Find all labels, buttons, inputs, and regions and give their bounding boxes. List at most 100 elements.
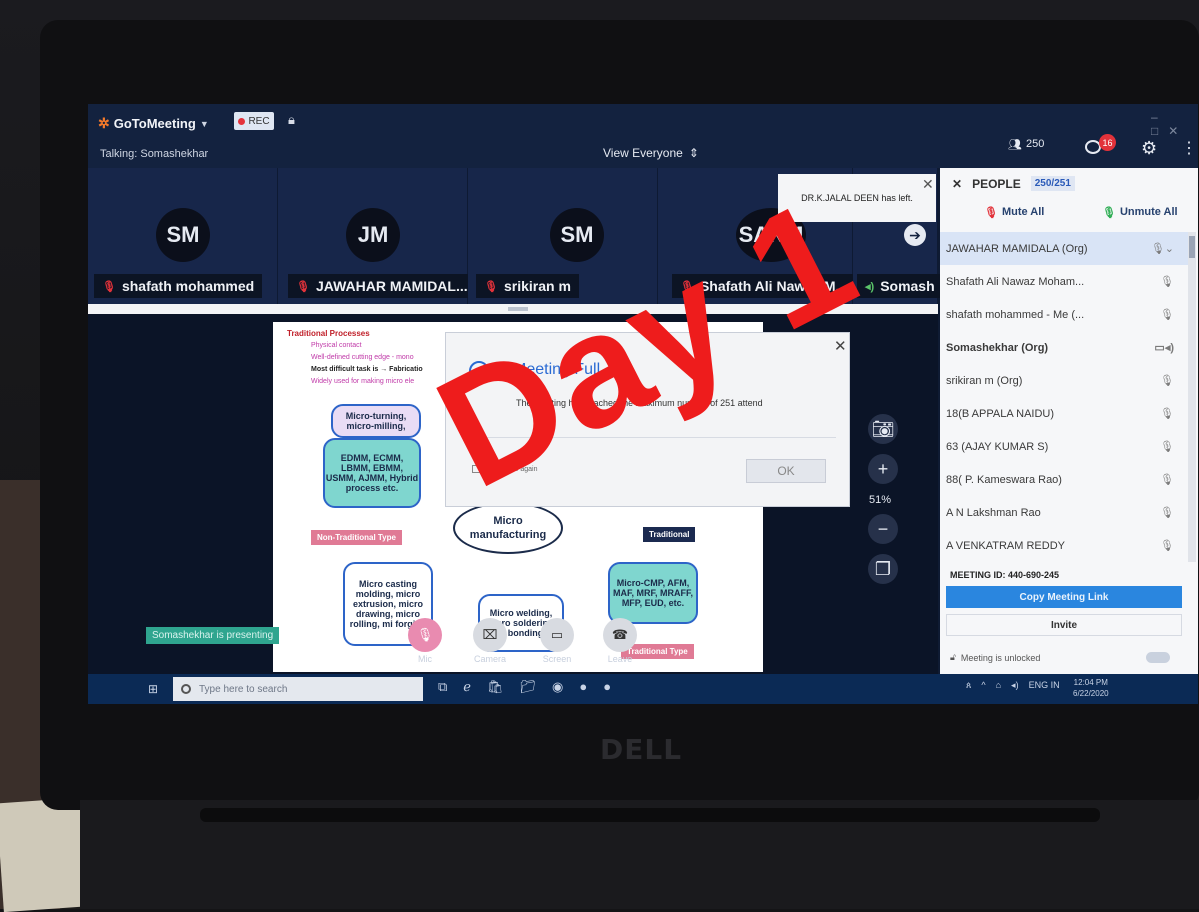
people-count: 250/251: [1030, 176, 1075, 191]
windows-taskbar: ⊞ Type here to search ⧉ ℯ 🛍︎ 📁︎ ◉ ● ● ጰ …: [88, 674, 1198, 704]
people-tray-icon[interactable]: ጰ: [966, 680, 971, 691]
attendee-name: shafath mohammed - Me (...: [946, 308, 1085, 321]
slide-bullet: Most difficult task is → Fabricatio: [311, 366, 423, 373]
close-icon[interactable]: ✕: [952, 177, 962, 191]
network-icon[interactable]: ⌂: [996, 680, 1001, 691]
attendee-scrollbar[interactable]: [1188, 232, 1196, 562]
attendee-row[interactable]: A N Lakshman Rao 🎙︎: [940, 496, 1190, 529]
mic-muted-icon[interactable]: 🎙︎: [1160, 473, 1174, 486]
language-indicator[interactable]: ENG IN: [1029, 680, 1060, 691]
tile-name-bar: 🎙︎ JAWAHAR MAMIDAL...: [288, 274, 476, 298]
diagram-box: Micro-CMP, AFM, MAF, MRF, MRAFF, MFP, EU…: [608, 562, 698, 624]
close-icon[interactable]: ✕: [834, 337, 847, 355]
unmute-all-button[interactable]: 🎙︎ Unmute All: [1102, 206, 1178, 219]
mic-muted-icon[interactable]: 🎙︎: [1160, 407, 1174, 420]
info-icon: i: [469, 361, 489, 381]
drag-handle[interactable]: [508, 307, 528, 311]
zoom-in-icon[interactable]: +: [868, 454, 898, 484]
tile-name: Shafath Ali Nawaz M...: [699, 278, 848, 294]
volume-icon[interactable]: ◂): [1011, 680, 1019, 691]
arrow-right-icon[interactable]: ➔: [904, 224, 926, 246]
chrome-icon[interactable]: ◉: [552, 679, 563, 695]
mic-muted-icon[interactable]: 🎙︎⌄: [1151, 242, 1174, 255]
mic-muted-icon[interactable]: 🎙︎: [1160, 539, 1174, 552]
mic-muted-icon[interactable]: 🎙︎: [1160, 275, 1174, 288]
dont-show-checkbox[interactable]: Don't show again: [472, 465, 537, 473]
fit-screen-icon[interactable]: ❐: [868, 554, 898, 584]
app-icon[interactable]: ●: [579, 679, 587, 695]
attendee-row[interactable]: 88( P. Kameswara Rao) 🎙︎: [940, 463, 1190, 496]
mic-muted-icon[interactable]: 🎙︎: [1160, 440, 1174, 453]
edge-icon[interactable]: ℯ: [463, 679, 471, 695]
attendee-name: A N Lakshman Rao: [946, 506, 1041, 519]
attendee-row[interactable]: 18(B APPALA NAIDU) 🎙︎: [940, 397, 1190, 430]
task-view-icon[interactable]: ⧉: [438, 679, 447, 695]
app-brand[interactable]: ✲ GoToMeeting ▼: [98, 115, 209, 132]
file-explorer-icon[interactable]: 📁︎: [520, 679, 537, 695]
attendee-list: JAWAHAR MAMIDALA (Org) 🎙︎⌄ Shafath Ali Na…: [940, 232, 1190, 562]
dialog-divider: [466, 437, 836, 438]
leave-control[interactable]: ☎ Leave: [603, 618, 637, 664]
title-bar: ✲ GoToMeeting ▼ REC 🔒︎ –□✕ Talking: Soma…: [88, 104, 1198, 168]
store-icon[interactable]: 🛍︎: [487, 679, 504, 695]
scrollbar-thumb[interactable]: [1189, 236, 1195, 258]
ok-button[interactable]: OK: [746, 459, 826, 483]
screen-share-icon[interactable]: ▭: [540, 618, 574, 652]
taskbar-search[interactable]: Type here to search: [173, 677, 423, 701]
attendees-button[interactable]: 👥︎ 250: [1008, 138, 1044, 151]
attendee-row[interactable]: shafath mohammed - Me (... 🎙︎: [940, 298, 1190, 331]
attendee-name: Somashekhar (Org): [946, 341, 1049, 354]
checkbox-label: Don't show again: [484, 465, 538, 473]
video-tile[interactable]: SM 🎙︎ srikiran m: [468, 168, 658, 304]
tile-name: JAWAHAR MAMIDAL...: [315, 278, 468, 294]
lock-toggle[interactable]: [1146, 652, 1170, 663]
diagram-tag: Non-Traditional Type: [311, 530, 402, 545]
screen-control[interactable]: ▭ Screen: [540, 618, 574, 664]
attendee-row[interactable]: 63 (AJAY KUMAR S) 🎙︎: [940, 430, 1190, 463]
mic-muted-icon[interactable]: 🎙︎: [408, 618, 442, 652]
app-icon[interactable]: ●: [603, 679, 611, 695]
record-button[interactable]: REC: [234, 112, 274, 130]
attendee-name: JAWAHAR MAMIDALA (Org): [946, 242, 1088, 255]
zoom-controls: 📷︎ + 51% − ❐: [868, 414, 902, 594]
mic-muted-icon[interactable]: 🎙︎: [1160, 308, 1174, 321]
zoom-out-icon[interactable]: −: [868, 514, 898, 544]
view-selector[interactable]: View Everyone ⇕: [603, 146, 699, 160]
attendee-row[interactable]: A VENKATRAM REDDY 🎙︎: [940, 529, 1190, 562]
attendee-row[interactable]: Somashekhar (Org) ▭◂): [940, 331, 1190, 364]
camera-off-icon[interactable]: ⌧: [473, 618, 507, 652]
window-controls[interactable]: –□✕: [1151, 110, 1198, 138]
app-name: GoToMeeting: [113, 116, 196, 131]
mic-muted-icon[interactable]: 🎙︎: [1160, 506, 1174, 519]
camera-snapshot-icon[interactable]: 📷︎: [868, 414, 898, 444]
mute-all-button[interactable]: 🎙︎ Mute All: [984, 206, 1044, 219]
windows-start-icon[interactable]: ⊞: [148, 682, 158, 696]
phone-hangup-icon[interactable]: ☎: [603, 618, 637, 652]
people-title: PEOPLE: [972, 176, 1021, 191]
gear-icon[interactable]: ⚙: [1141, 138, 1157, 159]
lock-icon[interactable]: 🔒︎: [288, 112, 295, 128]
control-label: Screen: [542, 654, 572, 664]
attendee-row[interactable]: srikiran m (Org) 🎙︎: [940, 364, 1190, 397]
record-dot-icon: [238, 117, 246, 125]
checkbox-box[interactable]: [472, 465, 480, 473]
tray-chevron-icon[interactable]: ^: [981, 680, 985, 691]
attendee-name: A VENKATRAM REDDY: [946, 539, 1065, 552]
dell-logo: DELL: [600, 733, 683, 766]
close-icon[interactable]: ✕: [922, 176, 934, 193]
mic-control[interactable]: 🎙︎ Mic: [408, 618, 442, 664]
mic-muted-icon: 🎙︎: [102, 280, 116, 293]
invite-button[interactable]: Invite: [946, 614, 1182, 636]
attendee-row[interactable]: Shafath Ali Nawaz Moham... 🎙︎: [940, 265, 1190, 298]
updown-chevron-icon: ⇕: [688, 146, 699, 160]
video-tile[interactable]: SM 🎙︎ shafath mohammed: [88, 168, 278, 304]
mic-muted-icon: 🎙︎: [296, 280, 310, 293]
video-tile[interactable]: JM 🎙︎ JAWAHAR MAMIDAL...: [278, 168, 476, 304]
copy-meeting-link-button[interactable]: Copy Meeting Link: [946, 586, 1182, 608]
attendee-row[interactable]: JAWAHAR MAMIDALA (Org) 🎙︎⌄: [940, 232, 1190, 265]
more-options-icon[interactable]: ⋮: [1181, 138, 1197, 158]
notification-toast: DR.K.JALAL DEEN has left.: [778, 174, 936, 222]
camera-control[interactable]: ⌧ Camera: [473, 618, 507, 664]
taskbar-clock[interactable]: 12:04 PM 6/22/2020: [1073, 677, 1109, 699]
mic-muted-icon[interactable]: 🎙︎: [1160, 374, 1174, 387]
